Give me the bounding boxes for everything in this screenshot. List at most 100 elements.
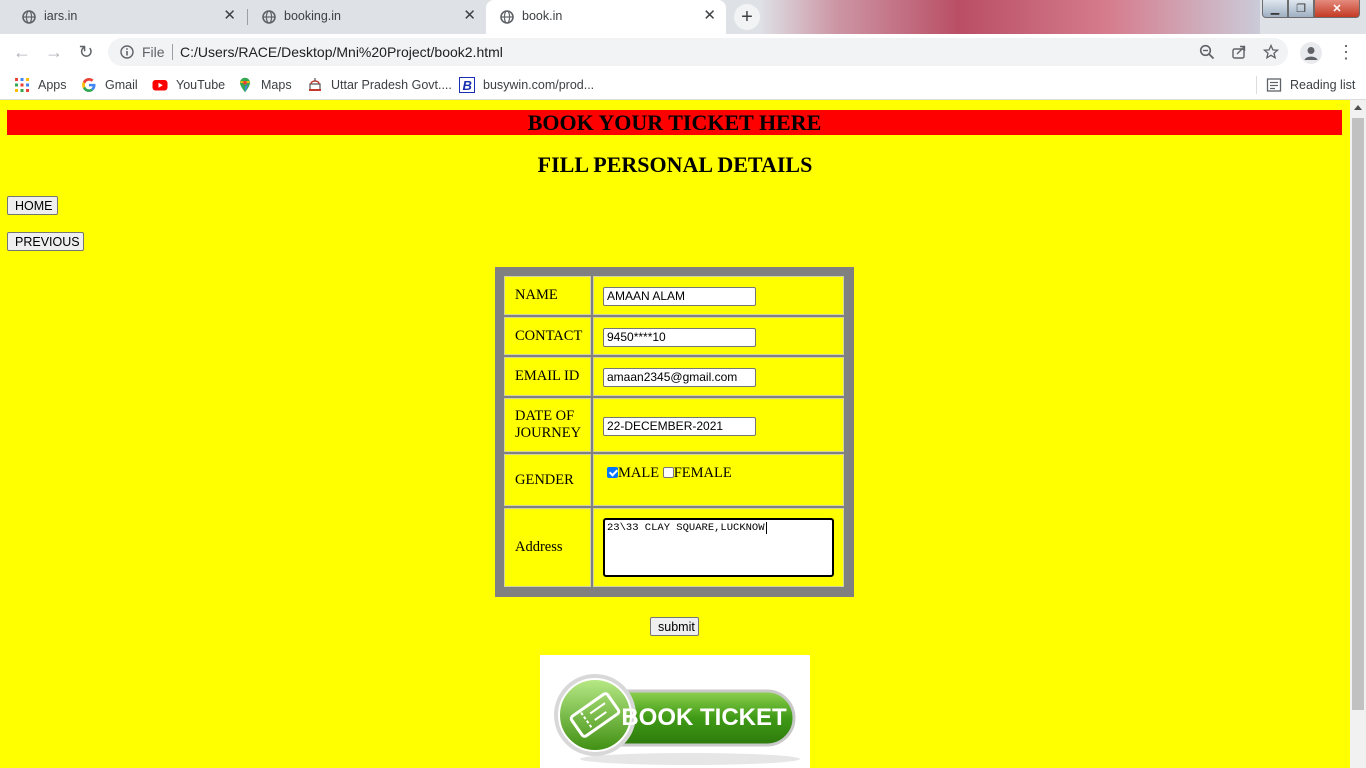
page-content: BOOK YOUR TICKET HERE FILL PERSONAL DETA… bbox=[0, 100, 1350, 768]
contact-label: CONTACT bbox=[515, 327, 583, 344]
email-value-cell: amaan2345@gmail.com bbox=[593, 357, 844, 396]
address-textarea[interactable]: 23\33 CLAY SQUARE,LUCKNOW bbox=[603, 518, 834, 577]
female-label: FEMALE bbox=[673, 465, 732, 481]
date-label-line2: JOURNEY bbox=[515, 425, 582, 441]
apps-grid-icon bbox=[15, 78, 29, 92]
date-label-line1: DATE OF bbox=[515, 408, 575, 424]
contact-input[interactable]: 9450****10 bbox=[603, 328, 756, 347]
bookmarks-bar: Apps Gmail YouTube Maps Uttar Pradesh Go… bbox=[0, 70, 1366, 100]
tab-booking[interactable]: booking.in ✕ bbox=[248, 0, 486, 34]
maximize-window-button[interactable]: ❐ bbox=[1288, 0, 1314, 18]
google-g-icon bbox=[82, 78, 96, 92]
minimize-window-button[interactable]: ▁ bbox=[1262, 0, 1288, 18]
gender-label-cell: GENDER bbox=[504, 454, 591, 506]
arrow-left-icon: ← bbox=[13, 42, 31, 62]
reading-list-button[interactable]: Reading list bbox=[1266, 76, 1355, 94]
globe-icon bbox=[500, 10, 514, 24]
youtube-icon bbox=[152, 80, 168, 91]
bookmark-label: YouTube bbox=[176, 78, 226, 92]
book-ticket-text: BOOK TICKET bbox=[621, 704, 787, 731]
scheme-label: File bbox=[142, 44, 165, 60]
window-frame-decoration bbox=[760, 0, 1260, 34]
gender-label: GENDER bbox=[515, 471, 574, 488]
globe-icon bbox=[22, 10, 36, 24]
govt-emblem-icon bbox=[309, 78, 321, 91]
close-tab-icon[interactable]: ✕ bbox=[463, 8, 476, 24]
bookmark-apps[interactable]: Apps bbox=[14, 76, 67, 94]
plus-icon: + bbox=[741, 5, 753, 28]
tab-book[interactable]: book.in ✕ bbox=[486, 0, 726, 34]
email-label: EMAIL ID bbox=[515, 368, 580, 384]
contact-label-cell: CONTACT bbox=[504, 317, 591, 355]
date-value-cell: 22-DECEMBER-2021 bbox=[593, 398, 844, 452]
tab-title: iars.in bbox=[44, 9, 78, 23]
address-bar[interactable]: File C:/Users/RACE/Desktop/Mni%20Project… bbox=[108, 38, 1288, 66]
bookmark-label: Gmail bbox=[105, 78, 138, 92]
close-icon: ✕ bbox=[1332, 3, 1342, 15]
reading-list-label: Reading list bbox=[1290, 78, 1356, 92]
page-banner: BOOK YOUR TICKET HERE bbox=[7, 110, 1342, 135]
name-label: NAME bbox=[515, 287, 558, 303]
bookmark-up-govt[interactable]: Uttar Pradesh Govt.... bbox=[307, 76, 452, 94]
new-tab-button[interactable]: + bbox=[734, 4, 760, 30]
scrollbar-thumb[interactable] bbox=[1352, 118, 1364, 710]
url-text[interactable]: C:/Users/RACE/Desktop/Mni%20Project/book… bbox=[180, 44, 503, 60]
address-label-cell: Address bbox=[504, 508, 591, 587]
address-value-cell: 23\33 CLAY SQUARE,LUCKNOW bbox=[593, 508, 844, 587]
bookmark-youtube[interactable]: YouTube bbox=[152, 76, 225, 94]
tab-title: booking.in bbox=[284, 9, 341, 23]
bookmark-maps[interactable]: Maps bbox=[237, 76, 292, 94]
submit-button[interactable]: submit bbox=[650, 617, 699, 636]
forward-button[interactable]: → bbox=[44, 42, 64, 62]
info-icon[interactable] bbox=[120, 45, 134, 59]
name-input[interactable]: AMAAN ALAM bbox=[603, 287, 756, 306]
zoom-icon[interactable] bbox=[1199, 44, 1215, 60]
email-label-cell: EMAIL ID bbox=[504, 357, 591, 396]
bookmarks-divider bbox=[1256, 76, 1257, 94]
star-icon[interactable] bbox=[1263, 44, 1279, 60]
gender-value-cell: MALE FEMALE bbox=[593, 454, 844, 506]
globe-icon bbox=[262, 10, 276, 24]
contact-value-cell: 9450****10 bbox=[593, 317, 844, 355]
previous-button[interactable]: PREVIOUS bbox=[7, 232, 84, 251]
tab-title: book.in bbox=[522, 9, 563, 23]
bookmark-busywin[interactable]: B busywin.com/prod... bbox=[459, 76, 594, 94]
personal-details-form: NAME AMAAN ALAM CONTACT 9450****10 EMAIL… bbox=[495, 267, 854, 597]
female-checkbox[interactable] bbox=[662, 467, 674, 479]
minimize-icon: ▁ bbox=[1270, 3, 1280, 15]
bookmark-label: Uttar Pradesh Govt.... bbox=[331, 78, 452, 92]
male-label: MALE bbox=[618, 465, 660, 481]
vertical-scrollbar[interactable] bbox=[1350, 100, 1366, 768]
person-icon bbox=[1304, 47, 1318, 60]
scroll-up-arrow-icon[interactable] bbox=[1354, 105, 1362, 110]
restore-icon: ❐ bbox=[1296, 3, 1306, 15]
close-window-button[interactable]: ✕ bbox=[1314, 0, 1360, 18]
back-button[interactable]: ← bbox=[12, 42, 32, 62]
close-tab-icon[interactable]: ✕ bbox=[703, 8, 716, 24]
gender-options: MALE FEMALE bbox=[607, 465, 732, 482]
page-subheading: FILL PERSONAL DETAILS bbox=[537, 152, 813, 177]
male-checkbox[interactable] bbox=[607, 467, 618, 479]
browser-toolbar: ← → ↻ File C:/Users/RACE/Desktop/Mni%20P… bbox=[0, 34, 1366, 70]
bookmark-label: Apps bbox=[38, 78, 67, 92]
reading-list-icon bbox=[1266, 78, 1282, 92]
text-cursor bbox=[765, 522, 767, 534]
tab-strip: iars.in ✕ booking.in ✕ book.in ✕ + ▁ ❐ ✕ bbox=[0, 0, 1366, 34]
reload-button[interactable]: ↻ bbox=[76, 42, 96, 62]
more-menu-icon[interactable]: ⋮ bbox=[1337, 42, 1355, 62]
book-ticket-image-button[interactable]: BOOK TICKET bbox=[540, 655, 810, 768]
bookmark-gmail[interactable]: Gmail bbox=[81, 76, 138, 94]
svg-text:B: B bbox=[463, 78, 472, 93]
journey-date-input[interactable]: 22-DECEMBER-2021 bbox=[603, 417, 756, 436]
profile-avatar-icon[interactable] bbox=[1300, 42, 1322, 64]
name-value-cell: AMAAN ALAM bbox=[593, 276, 844, 315]
book-ticket-graphic: BOOK TICKET bbox=[554, 674, 800, 765]
arrow-right-icon: → bbox=[45, 42, 63, 62]
reload-icon: ↻ bbox=[78, 42, 94, 62]
home-button[interactable]: HOME bbox=[7, 196, 58, 215]
tab-iars[interactable]: iars.in ✕ bbox=[8, 0, 246, 34]
address-text: 23\33 CLAY SQUARE,LUCKNOW bbox=[607, 522, 765, 534]
close-tab-icon[interactable]: ✕ bbox=[223, 8, 236, 24]
email-input[interactable]: amaan2345@gmail.com bbox=[603, 368, 756, 387]
share-icon[interactable] bbox=[1231, 44, 1247, 60]
